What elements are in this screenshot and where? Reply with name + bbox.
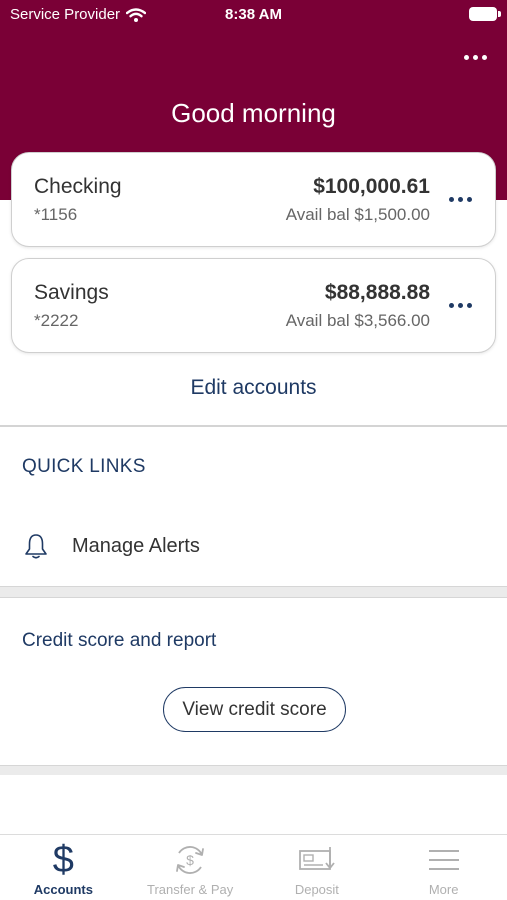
tab-label: Transfer & Pay [147, 882, 234, 897]
dot [457, 302, 463, 308]
manage-alerts-label: Manage Alerts [72, 535, 200, 557]
view-credit-score-button[interactable]: View credit score [163, 687, 346, 732]
tab-deposit[interactable]: Deposit [254, 835, 381, 900]
section-divider [0, 425, 507, 427]
section-separator [0, 586, 507, 598]
tab-accounts[interactable]: $ Accounts [0, 835, 127, 900]
dot [482, 54, 487, 60]
dot [448, 196, 454, 202]
status-bar: Service Provider 8:38 AM [0, 0, 507, 30]
account-name: Savings [34, 281, 109, 304]
quick-links-heading: QUICK LINKS [22, 456, 146, 477]
account-balance: $100,000.61 [313, 175, 430, 198]
account-card-savings[interactable]: Savings *2222 $88,888.88 Avail bal $3,56… [11, 258, 496, 353]
status-time: 8:38 AM [225, 6, 282, 23]
dot [466, 196, 472, 202]
account-card-checking[interactable]: Checking *1156 $100,000.61 Avail bal $1,… [11, 152, 496, 247]
tab-label: Deposit [294, 882, 339, 897]
bell-icon [25, 534, 47, 559]
edit-accounts-link[interactable]: Edit accounts [0, 376, 507, 400]
greeting-title: Good morning [171, 98, 336, 128]
bottom-tab-bar: $ Accounts $ Transfer & Pay Deposit More [0, 834, 507, 900]
account-number: *2222 [34, 311, 79, 330]
tab-transfer-pay[interactable]: $ Transfer & Pay [127, 835, 254, 900]
account-available-balance: Avail bal $3,566.00 [285, 311, 430, 330]
account-balance: $88,888.88 [324, 281, 430, 304]
credit-score-heading: Credit score and report [22, 630, 217, 651]
tab-more[interactable]: More [380, 835, 507, 900]
check-deposit-icon [254, 841, 381, 879]
dollar-icon: $ [52, 839, 74, 881]
account-name: Checking [34, 175, 122, 198]
menu-icon [380, 841, 507, 879]
manage-alerts-link[interactable]: Manage Alerts [0, 522, 507, 570]
account-available-balance: Avail bal $1,500.00 [285, 205, 430, 224]
battery-icon [469, 7, 501, 21]
account-number: *1156 [34, 205, 78, 224]
dot [457, 196, 463, 202]
dot [448, 302, 454, 308]
account-more-button[interactable] [445, 189, 475, 209]
account-more-button[interactable] [445, 295, 475, 315]
header-more-button[interactable] [447, 45, 487, 69]
tab-label: Accounts [33, 882, 93, 897]
section-separator [0, 765, 507, 775]
dot [464, 54, 469, 60]
svg-text:$: $ [186, 852, 194, 868]
transfer-icon: $ [127, 841, 254, 879]
tab-label: More [428, 882, 459, 897]
dot [466, 302, 472, 308]
dot [473, 54, 478, 60]
